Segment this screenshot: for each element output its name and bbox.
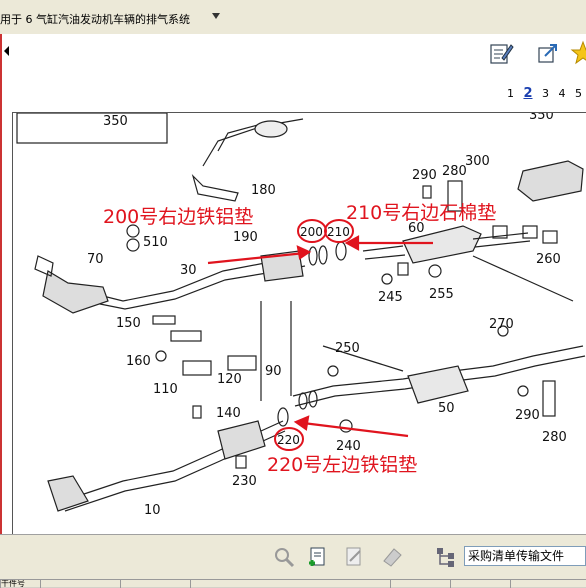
part-label: 510: [143, 235, 168, 250]
window-title: 用于 6 气缸汽油发动机车辆的排气系统: [0, 13, 190, 26]
external-link-icon[interactable]: [535, 40, 561, 66]
part-label: 260: [536, 252, 561, 267]
part-label: 240: [336, 439, 361, 454]
part-label: 190: [233, 230, 258, 245]
add-document-icon[interactable]: [306, 545, 330, 569]
exhaust-system-diagram: 350 350 180 190 510 70 30 150 160 110 12…: [12, 112, 586, 563]
annotation-210: 210号右边石棉垫: [346, 202, 496, 224]
part-label: 280: [442, 164, 467, 179]
inset-box: [16, 113, 168, 144]
column-header[interactable]: [450, 580, 511, 588]
bottom-toolbar: 采购清单传输文件 干件号: [0, 534, 586, 588]
part-label: 50: [438, 401, 455, 416]
part-label: 245: [378, 290, 403, 305]
column-header[interactable]: [120, 580, 191, 588]
diagram-panel: 1 2 3 4 5 350 350 180 190 510 70 30 150 …: [0, 34, 586, 563]
circled-part-200: 200: [300, 225, 323, 239]
part-label: 150: [116, 316, 141, 331]
part-label: 140: [216, 406, 241, 421]
star-favorite-icon[interactable]: [570, 40, 586, 66]
part-label: 290: [515, 408, 540, 423]
page-link-5[interactable]: 5: [575, 87, 582, 100]
part-label: 270: [489, 317, 514, 332]
page-link-2-current[interactable]: 2: [523, 86, 532, 101]
page-link-4[interactable]: 4: [559, 87, 566, 100]
part-label: 30: [180, 263, 197, 278]
part-label: 255: [429, 287, 454, 302]
annotation-220: 220号左边铁铝垫: [267, 454, 417, 476]
column-header[interactable]: [190, 580, 391, 588]
part-label: 350: [529, 113, 554, 123]
title-dropdown-arrow-icon[interactable]: [212, 13, 220, 19]
edit-notes-icon[interactable]: [488, 40, 514, 66]
page-link-1[interactable]: 1: [507, 87, 514, 100]
annotation-200: 200号右边铁铝垫: [103, 206, 253, 228]
circled-part-220: 220: [277, 433, 300, 447]
eraser-icon[interactable]: [380, 545, 404, 569]
part-label: 180: [251, 183, 276, 198]
part-label: 110: [153, 382, 178, 397]
column-header[interactable]: [390, 580, 451, 588]
column-header[interactable]: 干件号: [0, 580, 41, 588]
part-label: 90: [265, 364, 282, 379]
part-label: 280: [542, 430, 567, 445]
part-label: 70: [87, 252, 104, 267]
part-label: 120: [217, 372, 242, 387]
part-label: 350: [103, 114, 128, 129]
column-header[interactable]: [40, 580, 121, 588]
part-label: 10: [144, 503, 161, 518]
circled-part-210: 210: [327, 225, 350, 239]
part-label: 250: [335, 341, 360, 356]
part-label: 230: [232, 474, 257, 489]
window-titlebar: 用于 6 气缸汽油发动机车辆的排气系统: [0, 0, 586, 35]
transfer-file-select[interactable]: 采购清单传输文件: [464, 546, 586, 566]
tree-structure-icon[interactable]: [434, 545, 458, 569]
document-icon[interactable]: [342, 545, 366, 569]
collapse-left-icon[interactable]: [4, 46, 9, 56]
search-parts-icon[interactable]: [272, 545, 296, 569]
exhaust-diagram-drawing: 350 350 180 190 510 70 30 150 160 110 12…: [16, 113, 586, 518]
arrow-220: [302, 421, 409, 438]
part-label: 290: [412, 168, 437, 183]
page-navigation: 1 2 3 4 5: [501, 86, 582, 101]
column-header-row: 干件号: [0, 579, 586, 588]
part-label: 300: [465, 154, 490, 169]
part-label: 160: [126, 354, 151, 369]
column-header[interactable]: [510, 580, 586, 588]
page-link-3[interactable]: 3: [542, 87, 549, 100]
